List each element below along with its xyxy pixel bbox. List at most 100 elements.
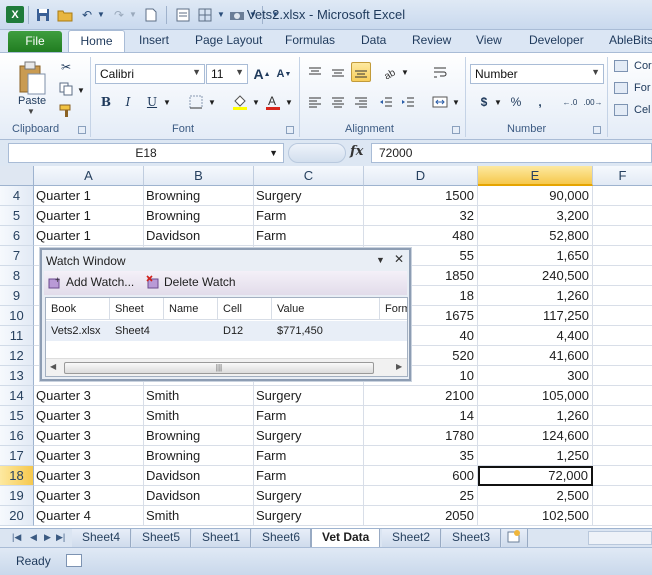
align-top-icon[interactable]	[305, 62, 325, 82]
table-cell[interactable]: Davidson	[144, 486, 254, 506]
fill-color-icon[interactable]	[230, 92, 250, 112]
sheet-tab-sheet1[interactable]: Sheet1	[192, 529, 252, 547]
row-header[interactable]: 16	[0, 426, 34, 446]
row-header[interactable]: 5	[0, 206, 34, 226]
conditional-formatting-label[interactable]: Cor	[634, 60, 652, 72]
sheet-horizontal-scrollbar[interactable]	[588, 531, 652, 545]
table-cell[interactable]	[593, 266, 652, 286]
table-cell[interactable]: Surgery	[254, 186, 364, 206]
format-as-table-icon[interactable]	[614, 82, 628, 94]
font-launcher-icon[interactable]	[286, 126, 294, 134]
align-right-icon[interactable]	[351, 92, 371, 112]
sheet-tab-sheet4[interactable]: Sheet4	[72, 529, 132, 547]
table-cell[interactable]: Farm	[254, 446, 364, 466]
tab-review[interactable]: Review	[403, 30, 460, 52]
table-cell[interactable]: Surgery	[254, 426, 364, 446]
watch-header-sheet[interactable]: Sheet	[110, 298, 164, 320]
table-cell[interactable]: Quarter 1	[34, 206, 144, 226]
increase-decimal-icon[interactable]: ←.0	[560, 92, 580, 112]
number-launcher-icon[interactable]	[593, 126, 601, 134]
row-header[interactable]: 19	[0, 486, 34, 506]
currency-dropdown-icon[interactable]: ▼	[494, 98, 502, 107]
underline-button[interactable]: U	[142, 92, 162, 112]
table-cell[interactable]	[593, 406, 652, 426]
tab-file[interactable]: File	[8, 31, 62, 52]
table-cell[interactable]: Farm	[254, 406, 364, 426]
first-sheet-icon[interactable]: |◀	[12, 532, 21, 543]
column-header-c[interactable]: C	[254, 166, 364, 186]
grow-font-button[interactable]: A ▲	[252, 64, 272, 84]
row-header[interactable]: 18	[0, 466, 34, 486]
table-cell[interactable]: Browning	[144, 186, 254, 206]
paste-button[interactable]	[14, 57, 50, 99]
table-cell[interactable]: Davidson	[144, 466, 254, 486]
close-icon[interactable]: ✕	[394, 252, 404, 266]
column-header-d[interactable]: D	[364, 166, 478, 186]
merge-dropdown-icon[interactable]: ▼	[452, 98, 460, 107]
tab-page-layout[interactable]: Page Layout	[186, 30, 271, 52]
table-cell[interactable]: 2,500	[478, 486, 593, 506]
percent-button[interactable]: %	[506, 92, 526, 112]
font-color-dropdown-icon[interactable]: ▼	[285, 98, 293, 107]
sheet-tab-vet-data[interactable]: Vet Data	[311, 529, 381, 548]
column-header-f[interactable]: F	[593, 166, 652, 186]
copy-icon[interactable]	[56, 79, 76, 99]
align-middle-icon[interactable]	[328, 62, 348, 82]
number-format-combo[interactable]: Number ▼	[470, 64, 604, 84]
clipboard-launcher-icon[interactable]	[78, 126, 86, 134]
borders-dropdown-icon[interactable]: ▼	[208, 98, 216, 107]
scroll-left-arrow-icon[interactable]: ◀	[50, 362, 56, 371]
table-cell[interactable]	[593, 326, 652, 346]
table-cell[interactable]: 1780	[364, 426, 478, 446]
table-cell[interactable]	[593, 446, 652, 466]
font-color-icon[interactable]: A	[263, 92, 283, 112]
wrap-text-icon[interactable]	[430, 62, 450, 82]
table-cell[interactable]: Surgery	[254, 486, 364, 506]
increase-indent-icon[interactable]	[398, 92, 418, 112]
tab-insert[interactable]: Insert	[130, 30, 178, 52]
table-cell[interactable]: Smith	[144, 406, 254, 426]
decrease-indent-icon[interactable]	[376, 92, 396, 112]
table-cell[interactable]: Quarter 4	[34, 506, 144, 526]
table-cell[interactable]: Browning	[144, 206, 254, 226]
row-header[interactable]: 4	[0, 186, 34, 206]
table-cell[interactable]: 1,260	[478, 406, 593, 426]
row-header[interactable]: 7	[0, 246, 34, 266]
column-header-b[interactable]: B	[144, 166, 254, 186]
sheet-tab-sheet2[interactable]: Sheet2	[382, 529, 442, 547]
table-cell[interactable]: 35	[364, 446, 478, 466]
table-cell[interactable]	[593, 206, 652, 226]
font-name-combo[interactable]: Calibri ▼	[95, 64, 205, 84]
shrink-font-button[interactable]: A ▼	[274, 64, 294, 84]
previous-sheet-icon[interactable]: ◀	[30, 532, 37, 543]
record-macro-icon[interactable]	[66, 554, 82, 567]
formula-input[interactable]: 72000	[371, 143, 652, 163]
table-cell[interactable]	[593, 226, 652, 246]
select-all-corner[interactable]	[0, 166, 34, 186]
tab-home[interactable]: Home	[68, 30, 125, 52]
sheet-tab-sheet3[interactable]: Sheet3	[442, 529, 502, 547]
table-cell[interactable]: 2050	[364, 506, 478, 526]
table-cell[interactable]: Quarter 3	[34, 486, 144, 506]
table-cell[interactable]: 41,600	[478, 346, 593, 366]
watch-header-cell[interactable]: Cell	[218, 298, 272, 320]
tab-formulas[interactable]: Formulas	[276, 30, 344, 52]
row-header[interactable]: 11	[0, 326, 34, 346]
watch-horizontal-scrollbar[interactable]: ◀ ||| ▶	[46, 358, 407, 376]
add-watch-button[interactable]: + Add Watch...	[48, 275, 134, 289]
table-cell[interactable]: 480	[364, 226, 478, 246]
column-header-e[interactable]: E	[478, 166, 593, 186]
fill-color-dropdown-icon[interactable]: ▼	[252, 98, 260, 107]
active-cell[interactable]: 72,000	[478, 466, 593, 486]
table-cell[interactable]: 90,000	[478, 186, 593, 206]
table-cell[interactable]: 240,500	[478, 266, 593, 286]
orientation-icon[interactable]: ab	[380, 62, 400, 82]
delete-watch-button[interactable]: Delete Watch	[146, 275, 236, 289]
bold-button[interactable]: B	[96, 92, 116, 112]
borders-button[interactable]	[186, 92, 206, 112]
format-as-table-label[interactable]: For	[634, 82, 651, 94]
orientation-dropdown-icon[interactable]: ▼	[401, 68, 409, 77]
table-cell[interactable]: 32	[364, 206, 478, 226]
table-cell[interactable]: Quarter 3	[34, 446, 144, 466]
table-cell[interactable]: 124,600	[478, 426, 593, 446]
